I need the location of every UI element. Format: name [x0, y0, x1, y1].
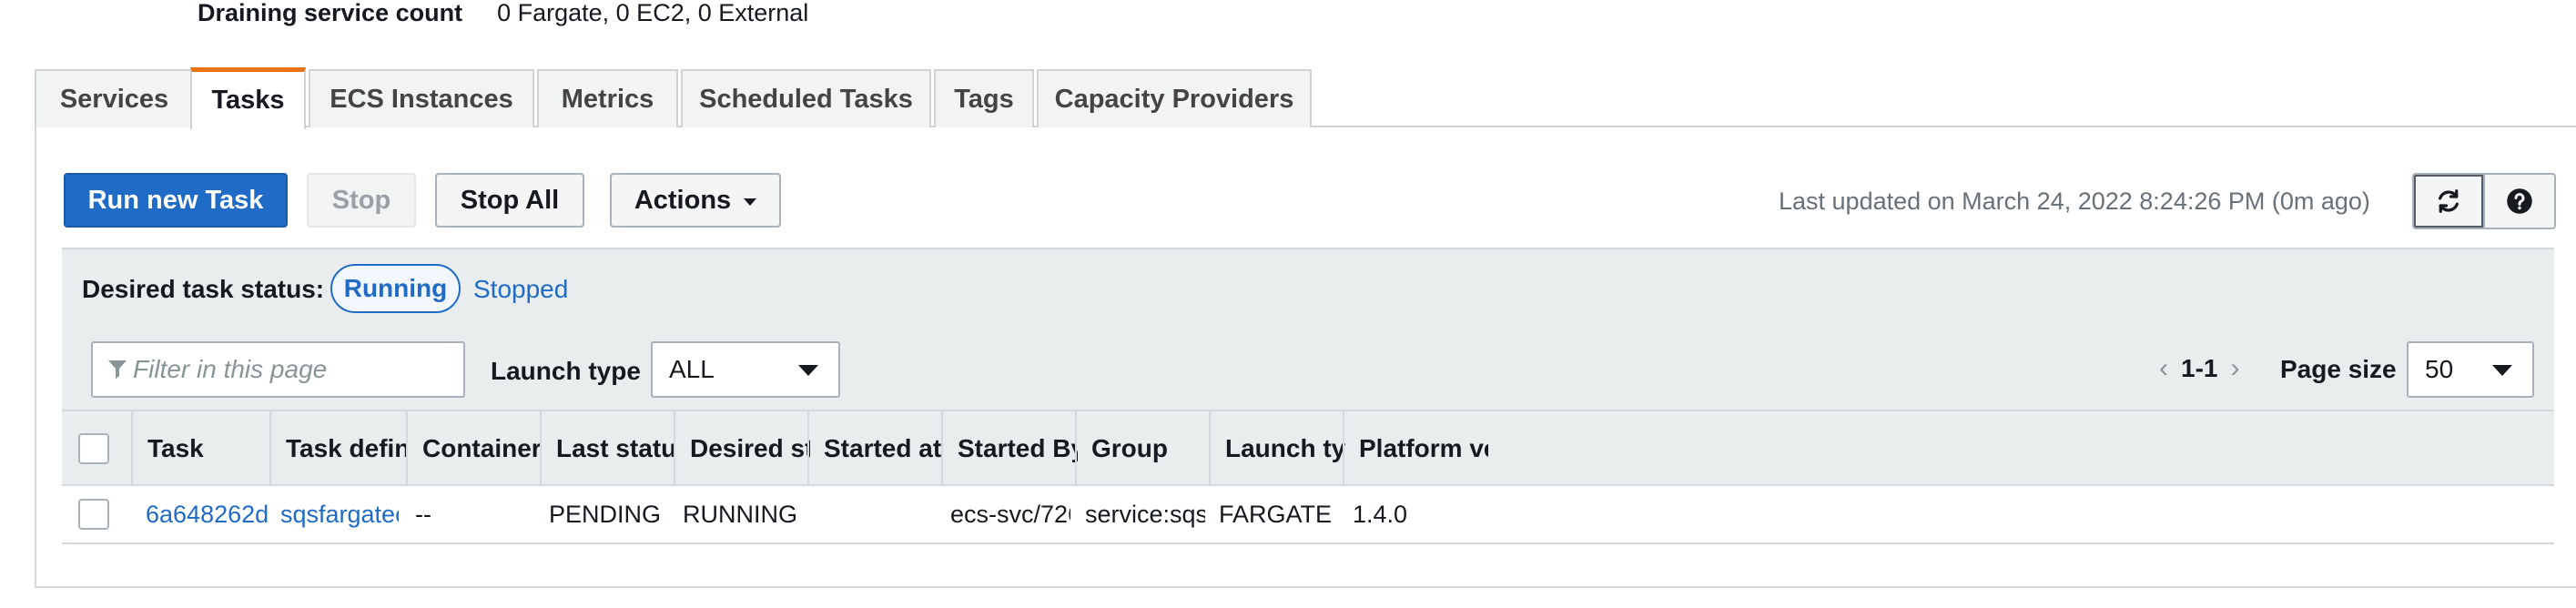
column-header-platform-version[interactable]: Platform version [1343, 411, 1488, 486]
launch-type-cell: FARGATE [1219, 500, 1333, 528]
column-header-started-at[interactable]: Started at [807, 411, 944, 486]
actions-dropdown[interactable]: Actions [610, 173, 781, 228]
tab-services[interactable]: Services [35, 69, 194, 127]
filter-input[interactable] [133, 355, 442, 384]
column-header-last-status[interactable]: Last status [540, 411, 676, 486]
tab-tasks[interactable]: Tasks [190, 67, 306, 129]
tab-scheduled-tasks[interactable]: Scheduled Tasks [681, 69, 931, 127]
dropdown-arrow-icon [2492, 365, 2512, 376]
tab-capacity-providers[interactable]: Capacity Providers [1037, 69, 1312, 127]
table-row: 6a648262d7514… sqsfargatecdkp… -- PENDIN… [62, 486, 2554, 544]
actions-dropdown-label: Actions [634, 185, 732, 215]
page-size-label: Page size [2280, 355, 2397, 383]
desired-status-cell: RUNNING [683, 500, 797, 528]
container-instance-cell: -- [415, 500, 431, 528]
page-range: 1-1 [2181, 354, 2218, 382]
draining-service-count: Draining service count 0 Fargate, 0 EC2,… [198, 0, 809, 26]
column-header-started-by[interactable]: Started By [941, 411, 1078, 486]
tab-metrics[interactable]: Metrics [537, 69, 678, 127]
platform-version-cell: 1.4.0 [1353, 500, 1408, 528]
column-header-task-definition[interactable]: Task definition [269, 411, 408, 486]
help-button[interactable] [2483, 173, 2556, 229]
column-header-desired-status[interactable]: Desired status [674, 411, 810, 486]
table-header: Task Task definition Container inst… Las… [62, 410, 2554, 486]
column-header-task[interactable]: Task [131, 411, 277, 486]
column-header-launch-type[interactable]: Launch type [1209, 411, 1345, 486]
chevron-left-icon[interactable]: ‹ [2159, 353, 2168, 384]
chevron-right-icon[interactable]: › [2230, 353, 2239, 384]
row-checkbox[interactable] [78, 499, 109, 530]
help-icon [2507, 188, 2532, 214]
filter-field[interactable] [91, 341, 465, 398]
task-definition-link[interactable]: sqsfargatecdkp… [280, 486, 399, 542]
tab-tags[interactable]: Tags [934, 69, 1034, 127]
refresh-icon [2439, 189, 2459, 213]
column-header-group[interactable]: Group [1075, 411, 1212, 486]
launch-type-value: ALL [669, 355, 715, 383]
caret-down-icon [744, 198, 757, 206]
launch-type-label: Launch type [491, 357, 641, 385]
page-size-value: 50 [2425, 355, 2454, 383]
status-stopped-toggle[interactable]: Stopped [473, 275, 568, 304]
stop-button[interactable]: Stop [307, 173, 416, 228]
desired-status-label: Desired task status: [82, 275, 325, 303]
page-size-select[interactable]: 50 [2407, 341, 2534, 398]
draining-service-count-label: Draining service count [198, 0, 463, 26]
stop-all-button[interactable]: Stop All [435, 173, 584, 228]
column-header-container-instance[interactable]: Container inst… [406, 411, 543, 486]
dropdown-arrow-icon [798, 365, 818, 376]
last-status-cell: PENDING [549, 500, 662, 528]
group-cell: service:sqs-farg… [1085, 500, 1205, 528]
started-by-cell: ecs-svc/726398… [950, 500, 1070, 528]
status-running-toggle[interactable]: Running [330, 264, 461, 313]
run-new-task-button[interactable]: Run new Task [64, 173, 288, 228]
pagination: ‹ 1-1 › [2159, 353, 2239, 384]
tab-bar: Services Tasks ECS Instances Metrics Sch… [35, 67, 2576, 129]
task-id-link[interactable]: 6a648262d7514… [146, 486, 269, 542]
select-all-checkbox[interactable] [78, 433, 109, 464]
launch-type-select[interactable]: ALL [651, 341, 840, 398]
started-at-cell [816, 486, 935, 542]
filter-icon [108, 360, 127, 379]
draining-service-count-value: 0 Fargate, 0 EC2, 0 External [497, 0, 809, 26]
last-updated-text: Last updated on March 24, 2022 8:24:26 P… [1779, 187, 2370, 215]
refresh-button[interactable] [2412, 173, 2485, 229]
tab-ecs-instances[interactable]: ECS Instances [309, 69, 534, 127]
